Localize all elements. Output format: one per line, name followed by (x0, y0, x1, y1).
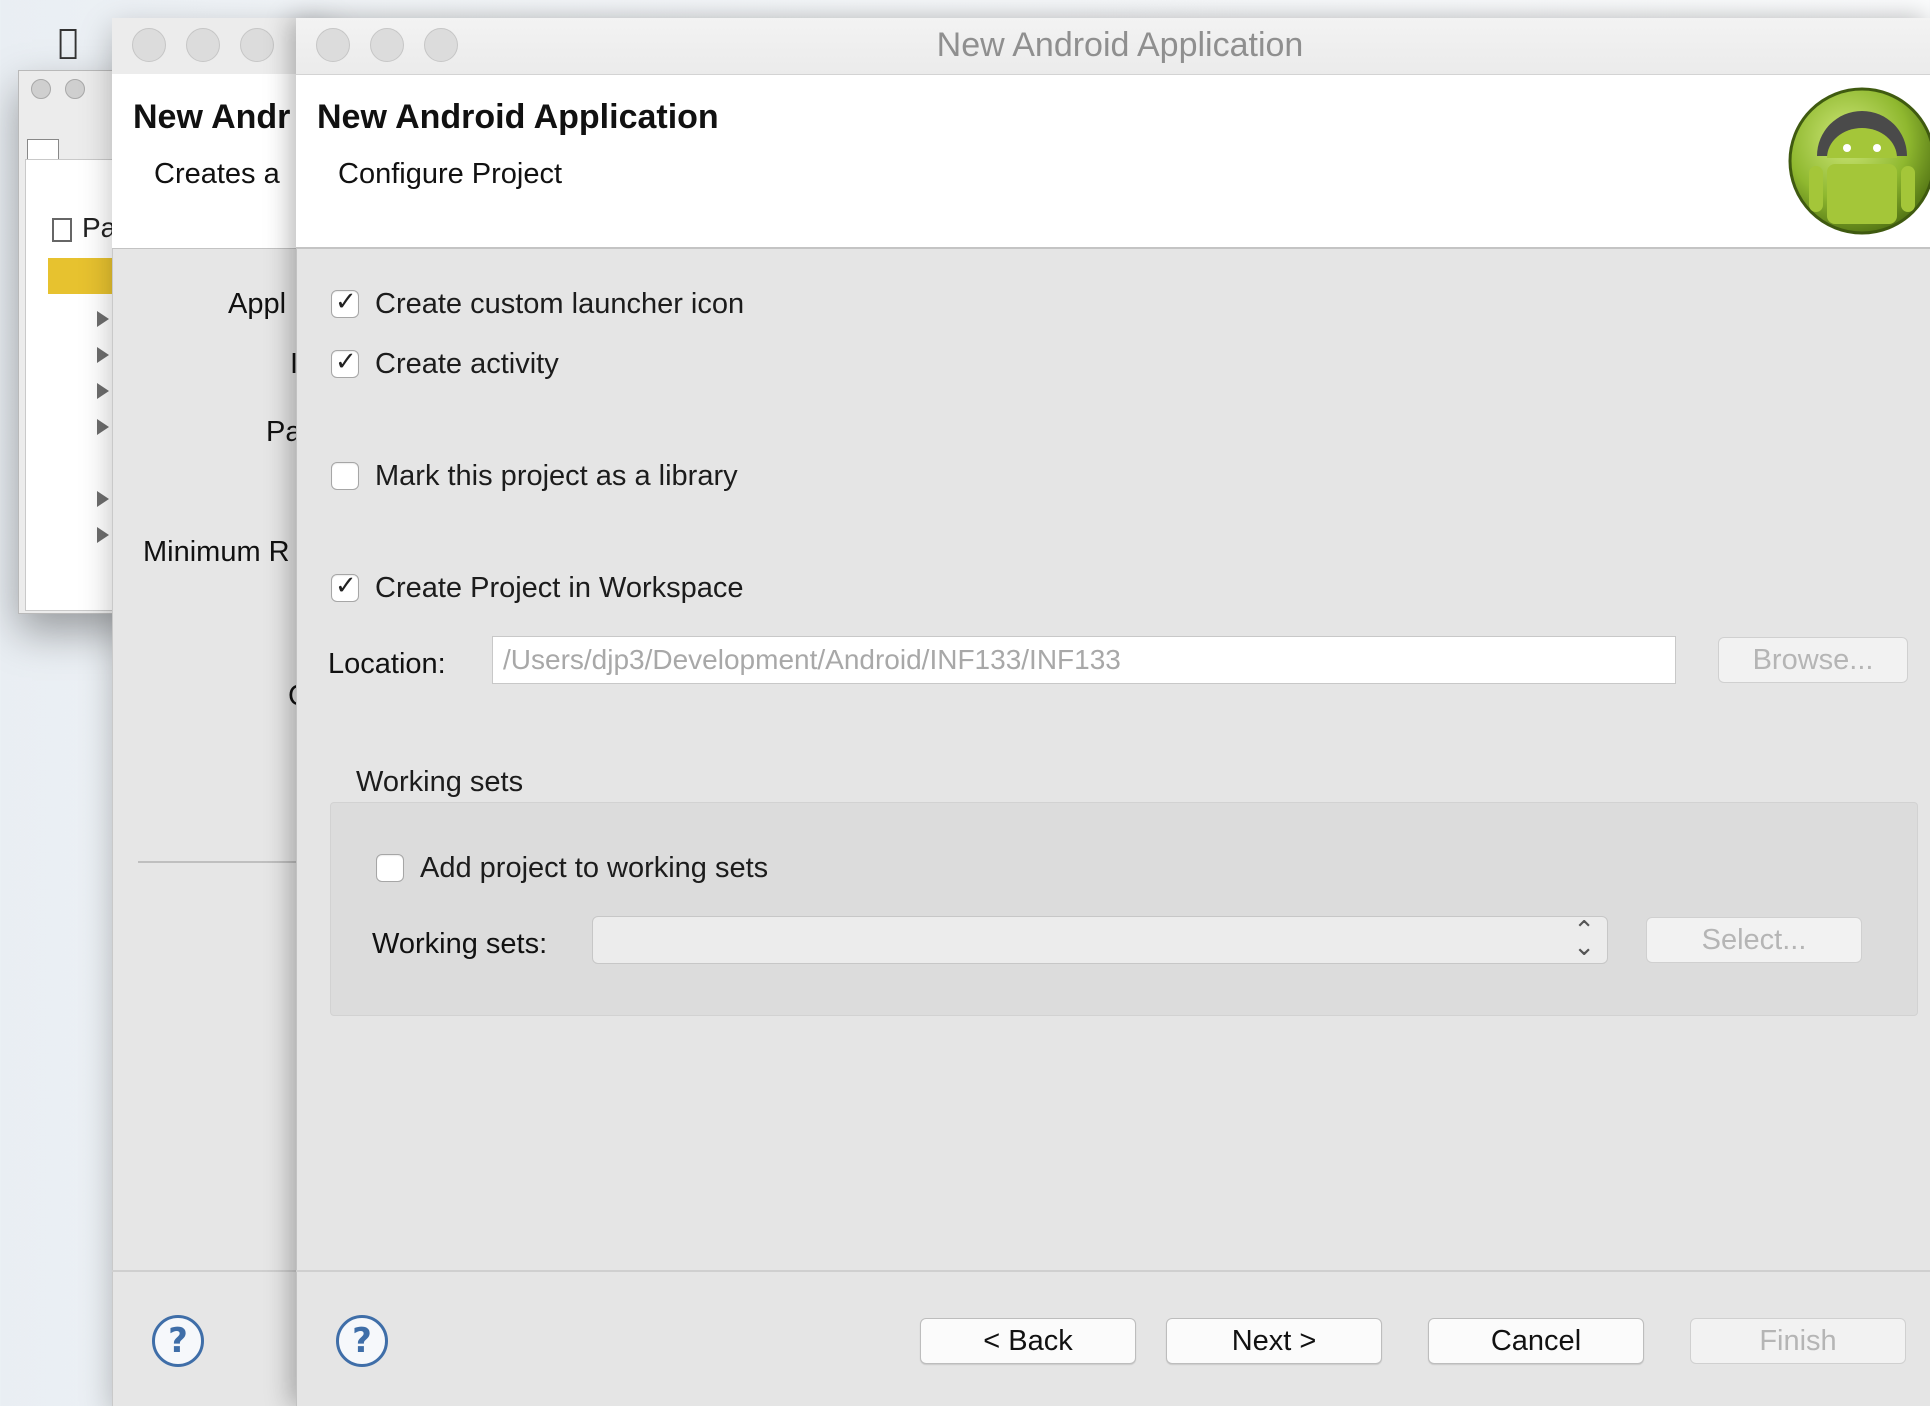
previous-wizard-subtitle: Creates a (154, 158, 280, 190)
wizard-title: New Android Application (317, 98, 719, 136)
zoom-button[interactable] (240, 28, 274, 62)
eclipse-minimize-button[interactable] (65, 79, 85, 99)
field-label: Appl (228, 288, 287, 320)
window-title: New Android Application (936, 26, 1304, 64)
updown-chevron-icon: ⌃ ⌄ (1573, 916, 1595, 962)
location-label: Location: (328, 648, 446, 680)
checkmark-icon: ✓ (335, 571, 357, 601)
working-sets-group-label: Working sets (356, 766, 524, 798)
create-activity-label[interactable]: Create activity (375, 348, 559, 381)
tree-expand-icon[interactable] (97, 491, 109, 507)
working-sets-select[interactable]: ⌃ ⌄ (592, 916, 1608, 964)
previous-wizard-title: New Andr (133, 98, 291, 136)
help-icon[interactable]: ? (336, 1315, 388, 1367)
add-to-working-sets-checkbox[interactable] (376, 854, 404, 882)
working-sets-group (330, 802, 1918, 1016)
tree-expand-icon[interactable] (97, 311, 109, 327)
mark-as-library-label[interactable]: Mark this project as a library (375, 460, 738, 493)
select-button[interactable]: Select... (1646, 917, 1862, 963)
mark-as-library-checkbox[interactable] (331, 462, 359, 490)
apple-icon[interactable]:  (58, 22, 78, 62)
finish-button[interactable]: Finish (1690, 1318, 1906, 1364)
help-icon[interactable]: ? (152, 1315, 204, 1367)
working-sets-label: Working sets: (372, 928, 548, 960)
browse-button[interactable]: Browse... (1718, 637, 1908, 683)
separator (296, 1270, 1930, 1272)
field-label: Minimum R (143, 536, 290, 568)
tree-expand-icon[interactable] (97, 347, 109, 363)
tree-expand-icon[interactable] (97, 419, 109, 435)
eclipse-close-button[interactable] (31, 79, 51, 99)
create-activity-checkbox[interactable]: ✓ (331, 347, 359, 378)
create-launcher-icon-label[interactable]: Create custom launcher icon (375, 288, 744, 321)
next-button[interactable]: Next > (1166, 1318, 1382, 1364)
android-logo-icon (1788, 87, 1930, 235)
package-explorer-icon (52, 218, 72, 242)
minimize-button[interactable] (186, 28, 220, 62)
cancel-button[interactable]: Cancel (1428, 1318, 1644, 1364)
back-button[interactable]: < Back (920, 1318, 1136, 1364)
minimize-button[interactable] (370, 28, 404, 62)
create-in-workspace-checkbox[interactable]: ✓ (331, 571, 359, 602)
add-to-working-sets-label[interactable]: Add project to working sets (420, 852, 768, 885)
location-input[interactable] (492, 636, 1676, 684)
create-in-workspace-label[interactable]: Create Project in Workspace (375, 572, 744, 605)
wizard-subtitle: Configure Project (338, 158, 563, 190)
tree-expand-icon[interactable] (97, 527, 109, 543)
checkmark-icon: ✓ (335, 287, 357, 317)
close-button[interactable] (316, 28, 350, 62)
zoom-button[interactable] (424, 28, 458, 62)
tree-expand-icon[interactable] (97, 383, 109, 399)
checkmark-icon: ✓ (335, 347, 357, 377)
create-launcher-icon-checkbox[interactable]: ✓ (331, 287, 359, 318)
close-button[interactable] (132, 28, 166, 62)
